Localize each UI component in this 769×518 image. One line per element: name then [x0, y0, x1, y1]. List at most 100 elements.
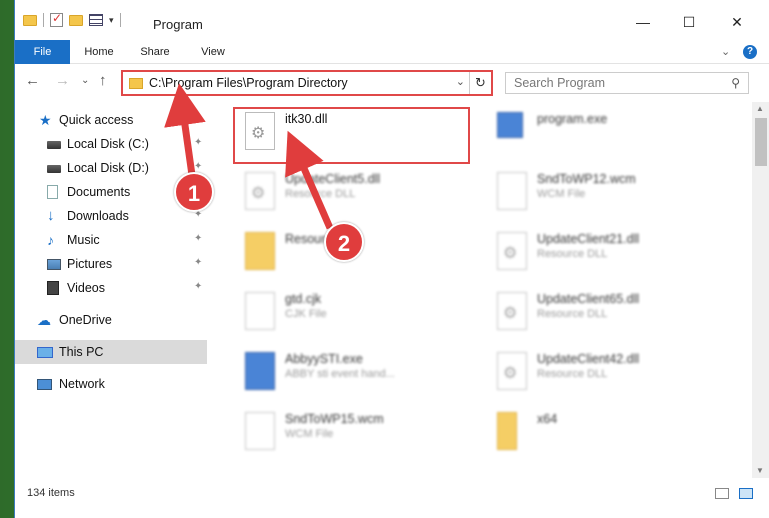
scroll-down-icon[interactable]: ▼ — [756, 466, 764, 475]
list-item[interactable]: UpdateClient65.dll Resource DLL — [489, 286, 729, 346]
folder-icon — [129, 78, 143, 89]
list-item[interactable]: x64 — [489, 406, 729, 466]
forward-button[interactable]: → — [55, 72, 70, 89]
window-title: Program — [153, 17, 203, 32]
back-button[interactable]: ← — [25, 72, 40, 89]
quick-access-menu-icon[interactable] — [89, 14, 103, 26]
list-item[interactable]: SndToWP15.wcm WCM File — [237, 406, 477, 466]
address-path[interactable]: C:\Program Files\Program Directory — [149, 76, 348, 90]
close-button[interactable]: ✕ — [725, 14, 749, 31]
sidebar-item-local-disk-c[interactable]: Local Disk (C:) ✦ — [15, 132, 207, 156]
step-1-badge: 1 — [174, 172, 214, 212]
list-item[interactable]: UpdateClient42.dll Resource DLL — [489, 346, 729, 406]
file-name: gtd.cjk — [285, 292, 322, 306]
scroll-thumb[interactable] — [755, 118, 767, 166]
maximize-button[interactable]: ☐ — [677, 14, 701, 31]
pin-icon[interactable]: ✦ — [194, 257, 202, 268]
sidebar-item-this-pc[interactable]: This PC — [15, 340, 207, 364]
file-name: UpdateClient65.dll — [537, 292, 640, 306]
file-name: SndToWP15.wcm — [285, 412, 384, 426]
file-type: ABBY sti event hand... — [285, 368, 395, 380]
document-file-icon — [497, 172, 527, 210]
cloud-icon: ☁ — [37, 312, 51, 328]
scroll-up-icon[interactable]: ▲ — [756, 104, 764, 113]
sidebar-item-pictures[interactable]: Pictures ✦ — [15, 252, 207, 276]
pin-icon[interactable]: ✦ — [194, 137, 202, 148]
star-icon: ★ — [39, 112, 52, 128]
details-view-icon[interactable] — [715, 488, 729, 499]
customize-chevron-icon[interactable]: ▾ — [109, 15, 114, 26]
search-placeholder: Search Program — [514, 76, 606, 90]
sidebar-item-label: This PC — [59, 345, 104, 359]
sidebar-item-music[interactable]: ♪ Music ✦ — [15, 228, 207, 252]
separator — [119, 13, 121, 27]
list-item[interactable]: SndToWP12.wcm WCM File — [489, 166, 729, 226]
document-file-icon — [245, 412, 275, 450]
step-2-badge: 2 — [324, 222, 364, 262]
music-icon: ♪ — [47, 232, 54, 248]
search-input[interactable]: Search Program ⚲ — [505, 72, 749, 94]
separator — [43, 13, 44, 27]
sidebar-item-downloads[interactable]: ↓ Downloads ✦ — [15, 204, 207, 228]
properties-check-icon[interactable] — [50, 11, 63, 27]
sidebar-item-label: Music — [67, 233, 100, 247]
tab-file[interactable]: File — [15, 40, 70, 64]
pin-icon[interactable]: ✦ — [194, 161, 202, 172]
folder-icon — [23, 14, 37, 26]
file-list: itk30.dll program.exe UpdateClient5.dll … — [207, 102, 752, 478]
sidebar-item-label: Quick access — [59, 113, 134, 127]
item-count: 134 items — [27, 487, 75, 499]
file-program-exe[interactable]: program.exe — [489, 106, 729, 166]
sidebar-item-network[interactable]: Network — [15, 372, 207, 396]
sidebar-item-label: Documents — [67, 185, 131, 199]
sidebar-item-onedrive[interactable]: ☁ OneDrive — [15, 308, 207, 332]
list-item[interactable]: UpdateClient21.dll Resource DLL — [489, 226, 729, 286]
dll-file-icon — [497, 292, 527, 330]
pin-icon[interactable]: ✦ — [194, 281, 202, 292]
file-type: Resource DLL — [537, 248, 608, 260]
tab-home[interactable]: Home — [79, 40, 119, 64]
dll-file-icon — [497, 352, 527, 390]
documents-icon — [47, 185, 58, 199]
tab-share[interactable]: Share — [135, 40, 175, 64]
help-icon[interactable]: ? — [743, 45, 757, 59]
sidebar-item-label: Downloads — [67, 209, 129, 223]
recent-locations-button[interactable]: ⌄ — [81, 75, 89, 86]
list-item[interactable]: AbbyySTI.exe ABBY sti event hand... — [237, 346, 477, 406]
large-icons-view-icon[interactable] — [739, 488, 753, 499]
disk-icon — [47, 141, 61, 149]
sidebar-item-local-disk-d[interactable]: Local Disk (D:) ✦ — [15, 156, 207, 180]
new-folder-icon[interactable] — [69, 14, 83, 26]
address-dropdown-icon[interactable]: ⌄ — [456, 75, 465, 88]
tab-view[interactable]: View — [193, 40, 233, 64]
refresh-button[interactable]: ↻ — [469, 72, 491, 94]
sidebar-item-label: Local Disk (C:) — [67, 137, 149, 151]
videos-icon — [47, 281, 59, 295]
file-type: WCM File — [537, 188, 586, 200]
exe-file-icon — [497, 112, 523, 138]
address-bar[interactable]: C:\Program Files\Program Directory ⌄ ↻ — [121, 70, 493, 96]
sidebar-item-label: Network — [59, 377, 105, 391]
file-name: AbbyySTI.exe — [285, 352, 363, 366]
disk-icon — [47, 165, 61, 173]
pin-icon[interactable]: ✦ — [194, 233, 202, 244]
sidebar-item-videos[interactable]: Videos ✦ — [15, 276, 207, 300]
list-item[interactable]: UpdateClient5.dll Resource DLL — [237, 166, 477, 226]
network-icon — [37, 379, 52, 390]
file-type: Resource DLL — [537, 308, 608, 320]
file-name: SndToWP12.wcm — [537, 172, 636, 186]
file-name: x64 — [537, 412, 558, 426]
ribbon-tabs: File Home Share View ⌄ ? — [15, 40, 769, 64]
list-item[interactable]: gtd.cjk CJK File — [237, 286, 477, 346]
sidebar-item-quick-access[interactable]: ★ Quick access — [15, 108, 207, 132]
file-type: Resource DLL — [285, 188, 356, 200]
file-type: CJK File — [285, 308, 327, 320]
expand-ribbon-icon[interactable]: ⌄ — [721, 45, 730, 58]
search-icon: ⚲ — [731, 76, 740, 90]
computer-icon — [37, 347, 53, 358]
status-bar: 134 items — [15, 478, 769, 518]
minimize-button[interactable]: — — [631, 14, 655, 30]
up-button[interactable]: ↑ — [99, 72, 107, 89]
vertical-scrollbar[interactable]: ▲ ▼ — [752, 102, 769, 478]
file-type: Resource DLL — [537, 368, 608, 380]
